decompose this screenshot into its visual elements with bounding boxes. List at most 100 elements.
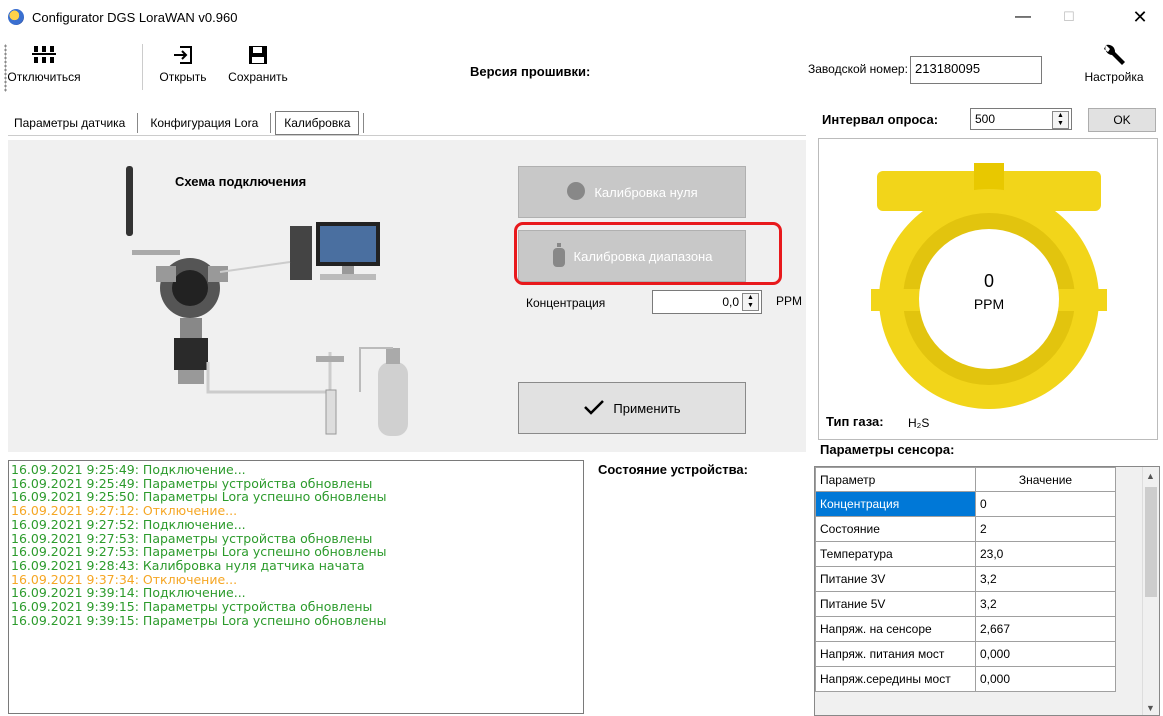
spin-buttons[interactable]: ▲ ▼ [742,293,759,311]
table-row[interactable]: Питание 3V 3,2 [815,566,1116,592]
param-name[interactable]: Напряж.середины мост [815,666,976,692]
tab-divider [8,135,806,136]
log-line: 16.09.2021 9:37:34: Отключение... [11,571,238,587]
param-value[interactable]: 23,0 [975,541,1116,567]
open-button[interactable]: Открыть [158,40,208,96]
table-row[interactable]: Питание 5V 3,2 [815,591,1116,617]
log-line: 16.09.2021 9:27:52: Подключение... [11,516,246,532]
log-line: 16.09.2021 9:39:14: Подключение... [11,585,246,601]
toolbar-grip[interactable] [4,44,7,92]
table-row[interactable]: Напряж.середины мост 0,000 [815,666,1116,692]
log-line: 16.09.2021 9:28:43: Калибровка нуля датч… [11,557,365,573]
device-status-label: Состояние устройства: [598,462,748,477]
save-button[interactable]: Сохранить [218,40,298,96]
column-header[interactable]: Значение [975,467,1116,492]
param-value[interactable]: 3,2 [975,591,1116,617]
maximize-button[interactable]: ☐ [1046,0,1092,34]
apply-button[interactable]: Применить [518,382,746,434]
table-row[interactable]: Концентрация 0 [815,491,1116,517]
param-value[interactable]: 3,2 [975,566,1116,592]
gas-type-label: Тип газа: [826,414,884,429]
concentration-value: 0,0 [722,295,739,309]
settings-button[interactable]: Настройка [1068,40,1160,96]
table-row[interactable]: Напряж. на сенсоре 2,667 [815,616,1116,642]
log-line: 16.09.2021 9:25:49: Параметры устройства… [11,475,373,491]
toolbar-separator [142,44,143,90]
spin-buttons[interactable]: ▲ ▼ [1052,111,1069,129]
disconnect-button[interactable]: Отключиться [7,40,81,96]
zero-calibration-label: Калибровка нуля [594,184,698,200]
grid-scrollbar[interactable]: ▲ ▼ [1142,467,1159,715]
param-name[interactable]: Температура [815,541,976,567]
gauge: 0 PPM [871,163,1107,409]
scroll-up-arrow-icon[interactable]: ▲ [1146,471,1155,481]
gauge-unit: PPM [974,296,1004,312]
ok-button[interactable]: OK [1088,108,1156,132]
serial-number-field[interactable]: 213180095 [910,56,1042,84]
tab-lora-config[interactable]: Конфигурация Lora [142,112,266,134]
minimize-button[interactable]: — [1000,0,1046,34]
zero-calibration-button[interactable]: Калибровка нуля [518,166,746,218]
open-label: Открыть [159,70,207,84]
log-line: 16.09.2021 9:27:12: Отключение... [11,503,238,519]
toolbar: Отключиться Открыть Сохранить Версия про… [0,34,1163,100]
poll-interval-value: 500 [975,112,996,126]
log-line: 16.09.2021 9:25:50: Параметры Lora успеш… [11,489,387,505]
title-bar: Configurator DGS LoraWAN v0.960 — ☐ ✕ [0,0,1163,34]
concentration-label: Концентрация [526,296,606,310]
sensor-params-grid[interactable]: Параметр Значение Концентрация 0 Состояни… [814,466,1160,716]
table-row[interactable]: Температура 23,0 [815,541,1116,567]
apply-label: Применить [613,400,681,416]
param-name[interactable]: Состояние [815,516,976,542]
floppy-icon [248,40,268,70]
param-value[interactable]: 0,000 [975,666,1116,692]
param-name[interactable]: Напряж. питания мост [815,641,976,667]
param-value[interactable]: 0,000 [975,641,1116,667]
param-value[interactable]: 2,667 [975,616,1116,642]
gas-type-value: H₂S [908,416,930,430]
log-line: 16.09.2021 9:39:15: Параметры Lora успеш… [11,612,387,628]
tab-separator [270,113,272,133]
poll-interval-spinbox[interactable]: 500 ▲ ▼ [970,108,1072,130]
table-row[interactable]: Состояние 2 [815,516,1116,542]
param-name[interactable]: Питание 3V [815,566,976,592]
concentration-unit: PPM [776,294,803,308]
concentration-spinbox[interactable]: 0,0 ▲ ▼ [652,290,762,314]
close-button[interactable]: ✕ [1117,0,1163,34]
compass-icon [566,181,586,204]
param-name[interactable]: Концентрация [815,491,976,517]
wrench-icon [1100,40,1128,70]
param-value[interactable]: 0 [975,491,1116,517]
poll-interval-label: Интервал опроса: [822,112,939,127]
column-header[interactable]: Параметр [815,467,976,492]
param-name[interactable]: Напряж. на сенсоре [815,616,976,642]
app-icon [8,9,24,25]
tab-separator [137,113,139,133]
scheme-title: Схема подключения [175,174,307,189]
window-title: Configurator DGS LoraWAN v0.960 [32,10,238,25]
tab-strip: Параметры датчика Конфигурация Lora Кали… [6,110,368,136]
tab-calibration[interactable]: Калибровка [275,111,360,135]
scroll-down-arrow-icon[interactable]: ▼ [1146,703,1155,713]
network-icon [32,40,56,70]
log-line: 16.09.2021 9:25:49: Подключение... [11,462,246,477]
param-name[interactable]: Питание 5V [815,591,976,617]
log-line: 16.09.2021 9:27:53: Параметры устройства… [11,530,373,546]
firmware-label: Версия прошивки: [470,64,591,79]
highlight-frame [514,222,782,285]
tab-separator [363,113,365,133]
settings-label: Настройка [1084,70,1144,84]
gauge-panel: 0 PPM [818,138,1158,440]
event-log[interactable]: 16.09.2021 9:25:49: Подключение... 16.09.… [8,460,584,714]
log-line: 16.09.2021 9:27:53: Параметры Lora успеш… [11,544,387,560]
sensor-params-title: Параметры сенсора: [820,442,955,457]
login-icon [172,40,194,70]
table-row[interactable]: Напряж. питания мост 0,000 [815,641,1116,667]
serial-label: Заводской номер: [808,62,908,76]
scrollbar-thumb[interactable] [1145,487,1157,597]
disconnect-label: Отключиться [7,70,81,84]
param-value[interactable]: 2 [975,516,1116,542]
tab-sensor-params[interactable]: Параметры датчика [6,112,133,134]
checkmark-icon [583,399,605,418]
save-label: Сохранить [228,70,288,84]
